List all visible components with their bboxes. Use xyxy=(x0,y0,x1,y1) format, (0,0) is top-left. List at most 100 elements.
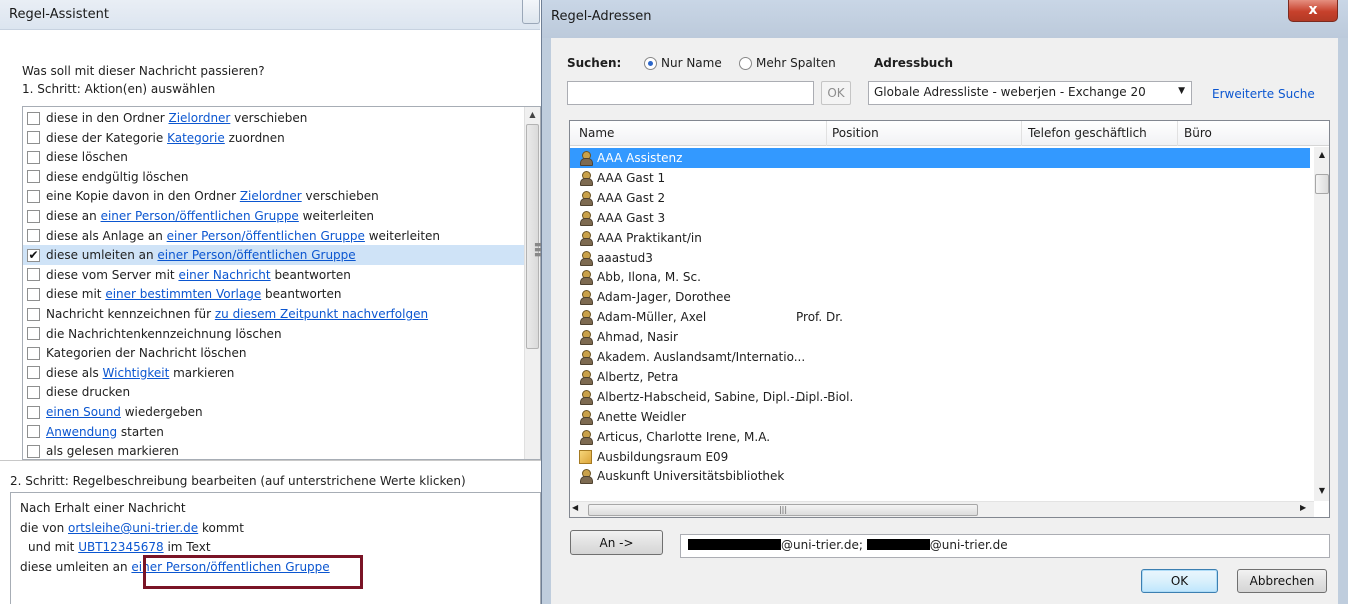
address-row[interactable]: Auskunft Universitätsbibliothek xyxy=(570,466,1310,486)
action-value-link[interactable]: Kategorie xyxy=(167,131,225,145)
address-row[interactable]: Anette Weidler xyxy=(570,407,1310,427)
checkbox[interactable] xyxy=(27,385,40,399)
checkbox[interactable] xyxy=(27,327,40,341)
checkbox[interactable] xyxy=(27,346,40,360)
checkbox-checked[interactable]: ✔ xyxy=(27,248,40,262)
checkbox[interactable] xyxy=(27,268,40,282)
search-input[interactable] xyxy=(567,81,814,105)
action-value-link[interactable]: zu diesem Zeitpunkt nachverfolgen xyxy=(215,307,428,321)
action-value-link[interactable]: einer bestimmten Vorlage xyxy=(105,287,261,301)
sender-address-link[interactable]: ortsleihe@uni-trier.de xyxy=(68,521,198,535)
column-header-name[interactable]: Name xyxy=(579,126,614,140)
checkbox[interactable] xyxy=(27,444,40,458)
action-item[interactable]: diese als Wichtigkeit markieren xyxy=(23,363,525,383)
address-row[interactable]: Ausbildungsraum E09 xyxy=(570,447,1310,467)
radio-name-only-label[interactable]: Nur Name xyxy=(661,56,722,70)
address-row[interactable]: Albertz, Petra xyxy=(570,367,1310,387)
action-item[interactable]: diese drucken xyxy=(23,382,525,402)
checkbox[interactable] xyxy=(27,425,40,439)
chevron-down-icon[interactable]: ▼ xyxy=(1178,86,1185,96)
window-control-button[interactable] xyxy=(522,0,540,24)
cancel-button[interactable]: Abbrechen xyxy=(1237,569,1327,593)
column-header-office[interactable]: Büro xyxy=(1184,126,1212,140)
checkbox[interactable] xyxy=(27,366,40,380)
address-row[interactable]: AAA Gast 3 xyxy=(570,208,1310,228)
column-header-position[interactable]: Position xyxy=(832,126,879,140)
address-results-list[interactable]: Name Position Telefon geschäftlich Büro … xyxy=(569,120,1330,518)
scroll-down-arrow-icon[interactable]: ▼ xyxy=(1314,483,1329,499)
action-value-link[interactable]: einer Nachricht xyxy=(178,268,270,282)
address-row[interactable]: aaastud3 xyxy=(570,248,1310,268)
action-item[interactable]: Anwendung starten xyxy=(23,422,525,442)
address-row[interactable]: Ahmad, Nasir xyxy=(570,327,1310,347)
action-value-link[interactable]: Wichtigkeit xyxy=(103,366,170,380)
action-item[interactable]: diese mit einer bestimmten Vorlage beant… xyxy=(23,284,525,304)
recipients-field[interactable]: @uni-trier.de; @uni-trier.de xyxy=(680,534,1330,558)
scroll-up-arrow-icon[interactable]: ▲ xyxy=(1314,147,1329,163)
scroll-thumb[interactable] xyxy=(1315,174,1329,194)
scroll-thumb[interactable]: ||| xyxy=(588,504,978,516)
scroll-thumb[interactable] xyxy=(526,124,539,349)
checkbox[interactable] xyxy=(27,405,40,419)
action-value-link[interactable]: einer Person/öffentlichen Gruppe xyxy=(157,248,355,262)
action-value-link[interactable]: Zielordner xyxy=(168,111,230,125)
action-item[interactable]: diese der Kategorie Kategorie zuordnen xyxy=(23,128,525,148)
action-item[interactable]: ✔ diese umleiten an einer Person/öffentli… xyxy=(23,245,525,266)
search-ok-button[interactable]: OK xyxy=(821,81,851,105)
action-item[interactable]: einen Sound wiedergeben xyxy=(23,402,525,422)
action-list[interactable]: diese in den Ordner Zielordner verschieb… xyxy=(22,106,541,460)
action-item[interactable]: diese vom Server mit einer Nachricht bea… xyxy=(23,265,525,285)
action-item[interactable]: diese als Anlage an einer Person/öffentl… xyxy=(23,226,525,246)
action-value-link[interactable]: einer Person/öffentlichen Gruppe xyxy=(167,229,365,243)
column-separator[interactable] xyxy=(1021,121,1022,146)
checkbox[interactable] xyxy=(27,287,40,301)
action-item[interactable]: Kategorien der Nachricht löschen xyxy=(23,343,525,363)
scroll-right-arrow-icon[interactable]: ▶ xyxy=(1300,503,1306,512)
address-row[interactable]: AAA Gast 2 xyxy=(570,188,1310,208)
action-item[interactable]: die Nachrichtenkennzeichnung löschen xyxy=(23,324,525,344)
action-item[interactable]: als gelesen markieren xyxy=(23,441,525,459)
checkbox[interactable] xyxy=(27,131,40,145)
address-row[interactable]: AAA Praktikant/in xyxy=(570,228,1310,248)
text-value-link[interactable]: UBT12345678 xyxy=(78,540,163,554)
scroll-left-arrow-icon[interactable]: ◀ xyxy=(572,503,578,512)
ok-button[interactable]: OK xyxy=(1141,569,1218,593)
checkbox[interactable] xyxy=(27,111,40,125)
checkbox[interactable] xyxy=(27,229,40,243)
address-row[interactable]: AAA Gast 1 xyxy=(570,168,1310,188)
splitter-grip-icon[interactable]: ▬ ▬ ▬ xyxy=(534,241,543,260)
checkbox[interactable] xyxy=(27,150,40,164)
action-item[interactable]: diese in den Ordner Zielordner verschieb… xyxy=(23,108,525,128)
radio-more-columns[interactable] xyxy=(739,57,752,70)
address-row[interactable]: Articus, Charlotte Irene, M.A. xyxy=(570,427,1310,447)
column-separator[interactable] xyxy=(1177,121,1178,146)
addressbook-dropdown[interactable]: Globale Adressliste - weberjen - Exchang… xyxy=(868,81,1192,105)
advanced-search-link[interactable]: Erweiterte Suche xyxy=(1212,87,1315,101)
action-item[interactable]: diese an einer Person/öffentlichen Grupp… xyxy=(23,206,525,226)
action-value-link[interactable]: Anwendung xyxy=(46,425,117,439)
results-horizontal-scrollbar[interactable]: ◀ ||| ▶ xyxy=(570,501,1314,517)
address-row[interactable]: Abb, Ilona, M. Sc. xyxy=(570,267,1310,287)
address-row[interactable]: Adam-Jager, Dorothee xyxy=(570,287,1310,307)
action-value-link[interactable]: Zielordner xyxy=(240,189,302,203)
radio-more-columns-label[interactable]: Mehr Spalten xyxy=(756,56,836,70)
action-value-link[interactable]: einen Sound xyxy=(46,405,121,419)
checkbox[interactable] xyxy=(27,189,40,203)
checkbox[interactable] xyxy=(27,170,40,184)
column-separator[interactable] xyxy=(826,121,827,146)
action-item[interactable]: diese endgültig löschen xyxy=(23,167,525,187)
action-item[interactable]: eine Kopie davon in den Ordner Zielordne… xyxy=(23,186,525,206)
action-item[interactable]: Nachricht kennzeichnen für zu diesem Zei… xyxy=(23,304,525,324)
scroll-up-arrow-icon[interactable]: ▲ xyxy=(525,107,540,123)
column-header-phone[interactable]: Telefon geschäftlich xyxy=(1028,126,1147,140)
action-value-link[interactable]: einer Person/öffentlichen Gruppe xyxy=(101,209,299,223)
address-row[interactable]: Akadem. Auslandsamt/Internatio... xyxy=(570,347,1310,367)
address-row[interactable]: Adam-Müller, Axel Prof. Dr. xyxy=(570,307,1310,327)
to-button[interactable]: An -> xyxy=(570,530,663,555)
address-row[interactable]: Albertz-Habscheid, Sabine, Dipl.-... Dipl… xyxy=(570,387,1310,407)
action-list-scrollbar[interactable]: ▲ xyxy=(524,107,540,459)
radio-name-only[interactable] xyxy=(644,57,657,70)
action-item[interactable]: diese löschen xyxy=(23,147,525,167)
address-row[interactable]: AAA Assistenz xyxy=(570,148,1310,168)
close-icon[interactable]: x xyxy=(1288,0,1338,22)
